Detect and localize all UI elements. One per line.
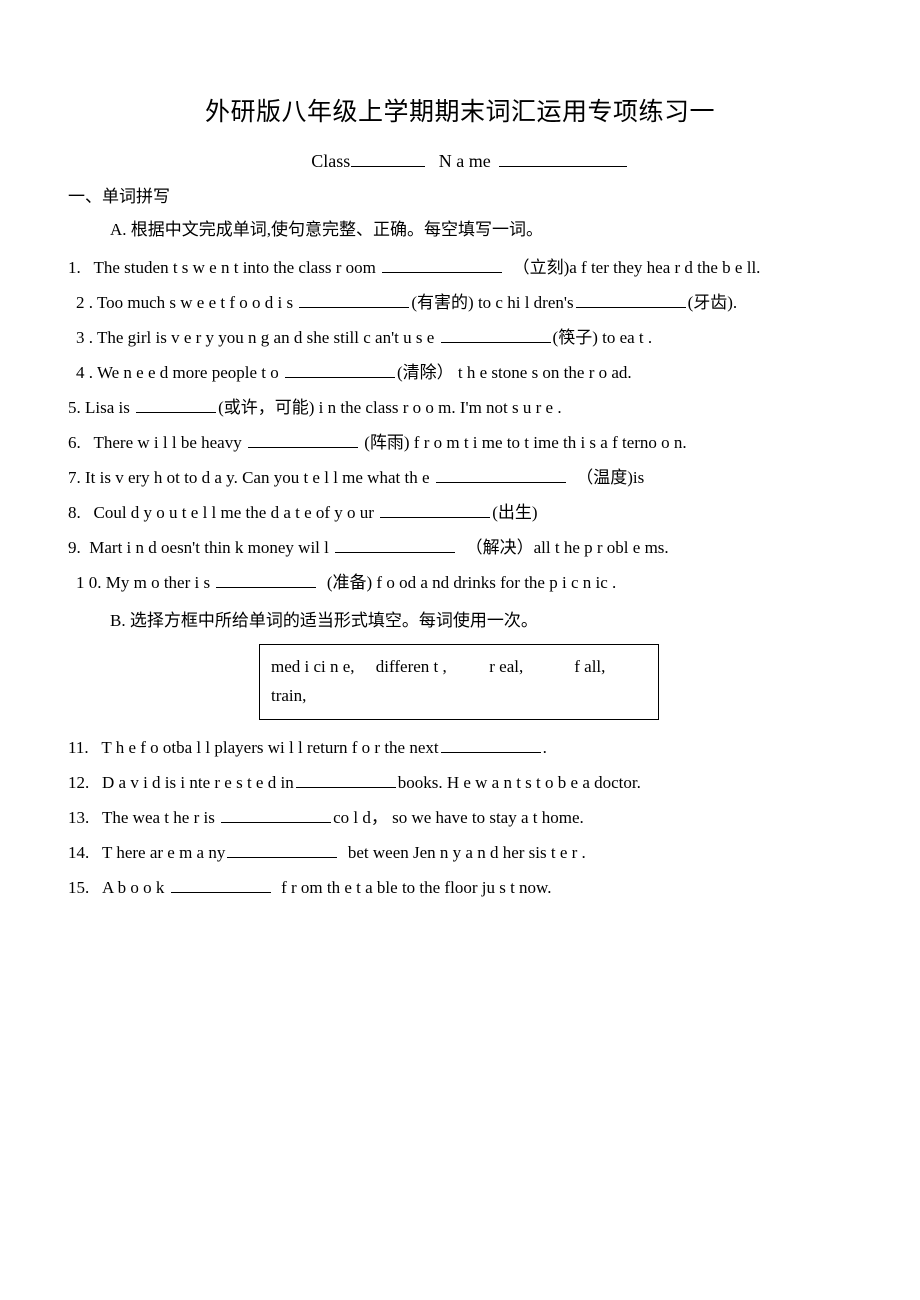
question-item: 1 0. My m o ther i s (准备) f o od a nd dr… — [68, 565, 920, 600]
answer-blank[interactable] — [335, 539, 456, 553]
question-text-post: (清除） t h e stone s on the r o ad. — [397, 363, 632, 382]
answer-blank[interactable] — [247, 434, 358, 448]
answer-blank[interactable] — [435, 469, 566, 483]
question-text-post: (阵雨) f r o m t i me to t ime th i s a f … — [364, 433, 687, 452]
question-number: 13. — [68, 808, 90, 827]
question-number: 8. — [68, 503, 81, 522]
question-text-pre: My m o ther i s — [105, 573, 211, 592]
questions-part-b-list: 11. T h e f o otba l l players wi l l re… — [0, 730, 920, 905]
answer-blank[interactable] — [136, 399, 217, 413]
question-text-pre: T here ar e m a ny — [102, 843, 226, 862]
question-text-post-2: (牙齿). — [687, 293, 738, 312]
name-label: N a me — [438, 151, 491, 171]
word-bank-box: med i ci n e, differen t , r eal, f all,… — [259, 644, 659, 720]
question-text-pre: Mart i n d oesn't thin k money wil l — [89, 538, 329, 557]
answer-blank[interactable] — [295, 774, 396, 788]
question-number: 3 . — [76, 328, 93, 347]
question-number: 5. — [68, 398, 81, 417]
question-number: 15. — [68, 878, 90, 897]
answer-blank[interactable] — [380, 504, 491, 518]
question-text-post: (有害的) to c hi l dren's — [411, 293, 574, 312]
question-text-pre: Coul d y o u t e l l me the d a t e of y… — [93, 503, 374, 522]
page-title: 外研版八年级上学期期末词汇运用专项练习一 — [204, 99, 715, 126]
answer-blank[interactable] — [440, 329, 551, 343]
question-text-pre: Lisa is — [85, 398, 130, 417]
question-text-post: （立刻)a f ter they hea r d the b e ll. — [512, 258, 761, 277]
answer-blank[interactable] — [382, 259, 503, 273]
question-item: 3 . The girl is v e r y you n g an d she… — [68, 320, 920, 355]
question-number: 1 0. — [76, 573, 102, 592]
question-item: 6. There w i l l be heavy (阵雨) f r o m t… — [68, 425, 920, 460]
questions-part-a-list: 1. The studen t s w e n t into the class… — [0, 250, 920, 600]
question-text-pre: There w i l l be heavy — [93, 433, 242, 452]
question-text-pre: D a v i d is i nte r e s t e d in — [102, 773, 294, 792]
worksheet-page: 外研版八年级上学期期末词汇运用专项练习一 Class N a me 一、单词拼写… — [0, 0, 920, 1300]
answer-blank[interactable] — [299, 294, 410, 308]
question-text-pre: The studen t s w e n t into the class r … — [93, 258, 376, 277]
question-text-post: . — [542, 738, 547, 757]
question-number: 14. — [68, 843, 90, 862]
question-item: 11. T h e f o otba l l players wi l l re… — [68, 730, 920, 765]
question-text-pre: We n e e d more people t o — [96, 363, 279, 382]
question-text-pre: It is v ery h ot to d a y. Can you t e l… — [85, 468, 430, 487]
name-input-blank[interactable] — [498, 152, 627, 167]
class-input-blank[interactable] — [351, 152, 426, 167]
question-item: 15. A b o o k f r om th e t a ble to the… — [68, 870, 920, 905]
question-number: 6. — [68, 433, 81, 452]
question-text-post: (筷子) to ea t . — [552, 328, 653, 347]
question-text-pre: The girl is v e r y you n g an d she sti… — [96, 328, 435, 347]
answer-blank[interactable] — [440, 739, 541, 753]
word-bank-wrapper: med i ci n e, differen t , r eal, f all,… — [0, 644, 920, 720]
question-text-pre: A b o o k — [102, 878, 165, 897]
question-item: 7. It is v ery h ot to d a y. Can you t … — [68, 460, 920, 495]
question-number: 7. — [68, 468, 81, 487]
question-number: 1. — [68, 258, 81, 277]
question-text-post: (或许，可能) i n the class r o o m. I'm not s… — [218, 398, 562, 417]
question-number: 12. — [68, 773, 90, 792]
question-text-post: (出生) — [492, 503, 538, 522]
question-item: 5. Lisa is (或许，可能) i n the class r o o m… — [68, 390, 920, 425]
question-number: 9. — [68, 538, 81, 557]
answer-blank[interactable] — [170, 879, 271, 893]
part-a-instruction: A. 根据中文完成单词,使句意完整、正确。每空填写一词。 — [110, 220, 544, 239]
answer-blank[interactable] — [575, 294, 686, 308]
section-one-heading: 一、单词拼写 — [68, 187, 170, 206]
question-item: 1. The studen t s w e n t into the class… — [68, 250, 920, 285]
question-number: 4 . — [76, 363, 93, 382]
answer-blank[interactable] — [216, 574, 317, 588]
question-text-post: (准备) f o od a nd drinks for the p i c n … — [326, 573, 617, 592]
question-text-post: books. H e w a n t s t o b e a doctor. — [397, 773, 641, 792]
question-item: 4 . We n e e d more people t o (清除） t h … — [68, 355, 920, 390]
question-item: 8. Coul d y o u t e l l me the d a t e o… — [68, 495, 920, 530]
word-bank-line-1: med i ci n e, differen t , r eal, f all, — [271, 657, 606, 676]
question-text-pre: The wea t he r is — [102, 808, 215, 827]
question-item: 12. D a v i d is i nte r e s t e d in boo… — [68, 765, 920, 800]
part-b-instruction: B. 选择方框中所给单词的适当形式填空。每词使用一次。 — [110, 611, 538, 630]
class-name-line: Class N a me — [0, 149, 920, 173]
class-label: Class — [311, 151, 351, 171]
question-text-pre: T h e f o otba l l players wi l l return… — [101, 738, 439, 757]
question-number: 11. — [68, 738, 89, 757]
question-item: 2 . Too much s w e e t f o o d i s (有害的)… — [68, 285, 920, 320]
question-item: 14. T here ar e m a ny bet ween Jen n y … — [68, 835, 920, 870]
answer-blank[interactable] — [221, 809, 332, 823]
question-item: 13. The wea t he r is co l d， so we have… — [68, 800, 920, 835]
question-text-post: （解决）all t he p r obl e ms. — [465, 538, 669, 557]
question-text-post: （温度)is — [576, 468, 645, 487]
word-bank-line-2: train, — [271, 686, 307, 705]
answer-blank[interactable] — [285, 364, 395, 378]
question-text-post: bet ween Jen n y a n d her sis t e r . — [347, 843, 586, 862]
question-text-post: f r om th e t a ble to the floor ju s t … — [281, 878, 552, 897]
question-text-pre: Too much s w e e t f o o d i s — [96, 293, 294, 312]
question-number: 2 . — [76, 293, 93, 312]
answer-blank[interactable] — [227, 844, 338, 858]
question-item: 9. Mart i n d oesn't thin k money wil l … — [68, 530, 920, 565]
question-text-post: co l d， so we have to stay a t home. — [333, 808, 584, 827]
